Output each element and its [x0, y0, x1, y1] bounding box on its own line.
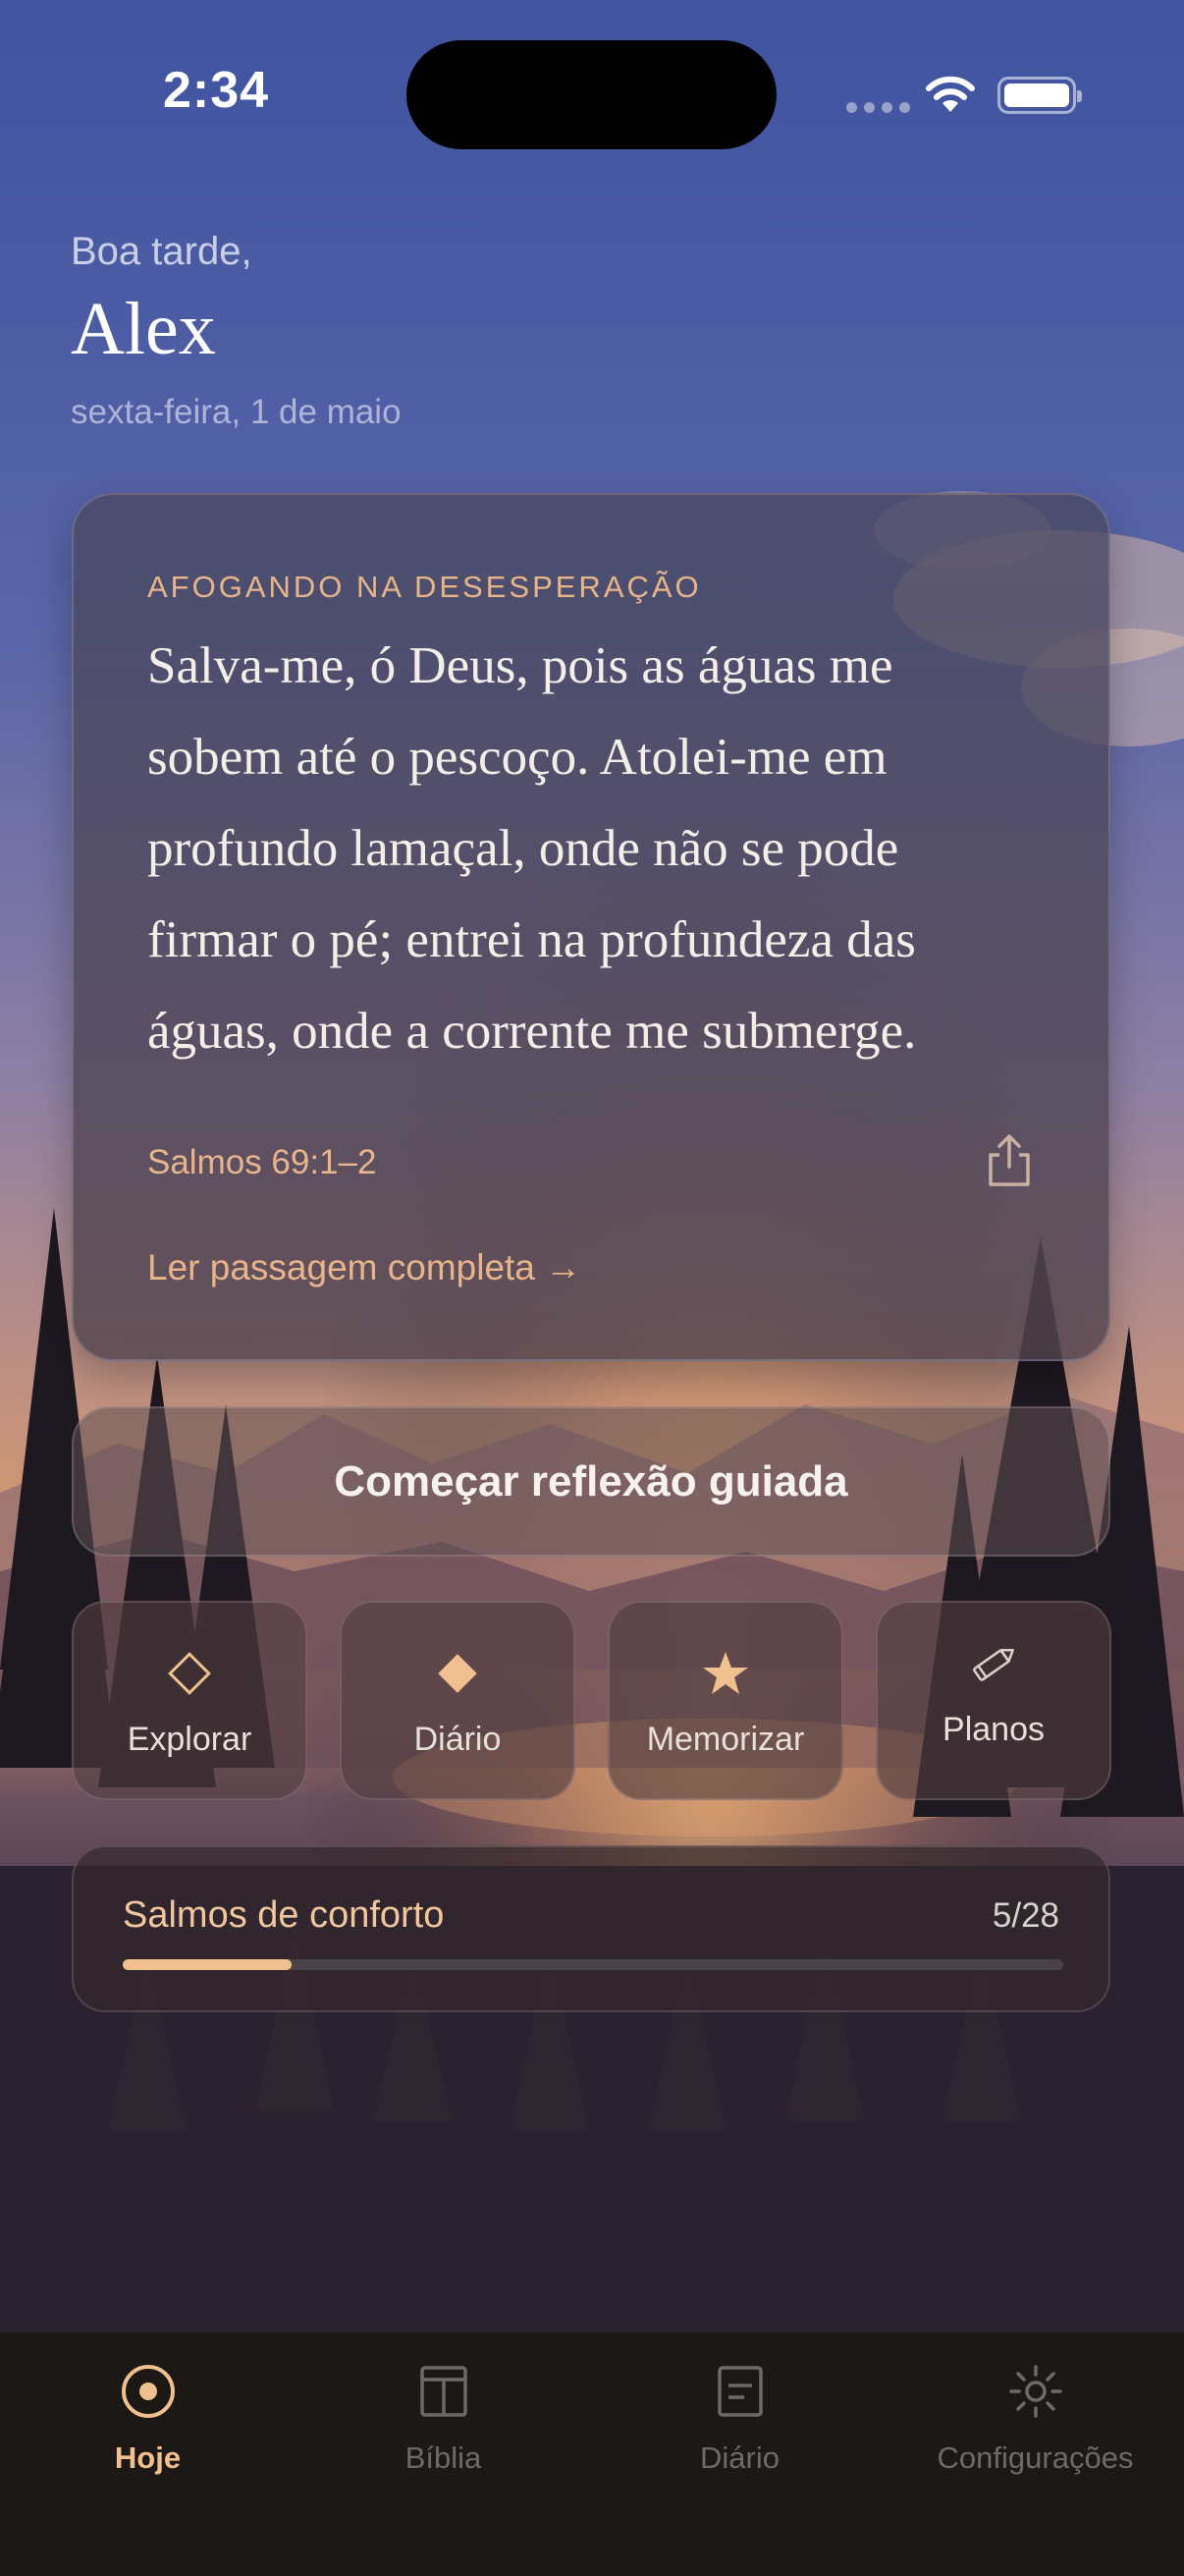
start-guided-reflection-button[interactable]: Começar reflexão guiada [72, 1406, 1110, 1557]
sun-gear-icon [1008, 2365, 1062, 2418]
plan-progress-count: 5/28 [992, 1896, 1059, 1935]
plan-title: Salmos de conforto [123, 1894, 445, 1936]
memorize-button[interactable]: Memorizar [608, 1601, 843, 1800]
journal-icon [717, 2366, 763, 2417]
memorize-label: Memorizar [646, 1721, 805, 1758]
target-icon [121, 2365, 175, 2418]
tab-bible-label: Bíblia [404, 2440, 482, 2475]
verse-line: profundo lamaçal, onde não se pode [147, 820, 899, 877]
dynamic-island [406, 40, 777, 149]
verse-topic-tag: AFOGANDO NA DESESPERAÇÃO [147, 570, 702, 604]
verse-card: AFOGANDO NA DESESPERAÇÃO Salva-me, ó Deu… [72, 493, 1110, 1361]
reading-plan-card[interactable]: Salmos de conforto 5/28 [72, 1845, 1110, 2012]
journal-button[interactable]: Diário [340, 1601, 575, 1800]
tab-journal[interactable]: Diário [592, 2332, 888, 2529]
plans-label: Planos [942, 1711, 1045, 1748]
status-time: 2:34 [163, 62, 270, 119]
pencil-icon [878, 1640, 1109, 1699]
greeting-text: Boa tarde, [71, 230, 252, 273]
verse-text: Salva-me, ó Deus, pois as águas me sobem… [147, 621, 1031, 1077]
plans-button[interactable]: Planos [876, 1601, 1111, 1800]
battery-icon [997, 77, 1082, 114]
read-full-passage-link[interactable]: Ler passagem completa → [147, 1247, 581, 1288]
diamond-outline-icon [74, 1646, 305, 1705]
verse-line: sobem até o pescoço. Atolei-me em [147, 729, 888, 786]
status-bar: 2:34 [0, 0, 1184, 196]
date-text: sexta-feira, 1 de maio [71, 393, 402, 431]
cellular-signal-icon [846, 102, 910, 113]
book-layout-icon [419, 2366, 467, 2417]
tab-today[interactable]: Hoje [0, 2332, 296, 2529]
star-icon [610, 1646, 841, 1705]
wifi-icon [926, 76, 975, 112]
tab-settings[interactable]: Configurações [888, 2332, 1183, 2529]
tab-journal-label: Diário [700, 2440, 780, 2475]
plan-progress-bar [123, 1959, 1063, 1970]
share-icon[interactable] [985, 1133, 1034, 1188]
verse-reference: Salmos 69:1–2 [147, 1143, 377, 1181]
explore-label: Explorar [127, 1721, 252, 1758]
user-name: Alex [71, 288, 216, 370]
tab-today-label: Hoje [114, 2440, 182, 2475]
journal-label: Diário [413, 1721, 502, 1758]
verse-line: águas, onde a corrente me submerge. [147, 1003, 917, 1060]
reflection-button-label: Começar reflexão guiada [334, 1456, 848, 1506]
plan-progress-fill [123, 1959, 293, 1970]
tab-bar: Hoje Bíblia Diário Configurações [0, 2331, 1184, 2576]
verse-line: firmar o pé; entrei na profundeza das [147, 911, 916, 968]
explore-button[interactable]: Explorar [72, 1601, 307, 1800]
diamond-filled-icon [342, 1646, 573, 1705]
verse-line: Salva-me, ó Deus, pois as águas me [147, 637, 893, 694]
tab-bible[interactable]: Bíblia [296, 2332, 591, 2529]
tab-settings-label: Configurações [937, 2440, 1134, 2475]
